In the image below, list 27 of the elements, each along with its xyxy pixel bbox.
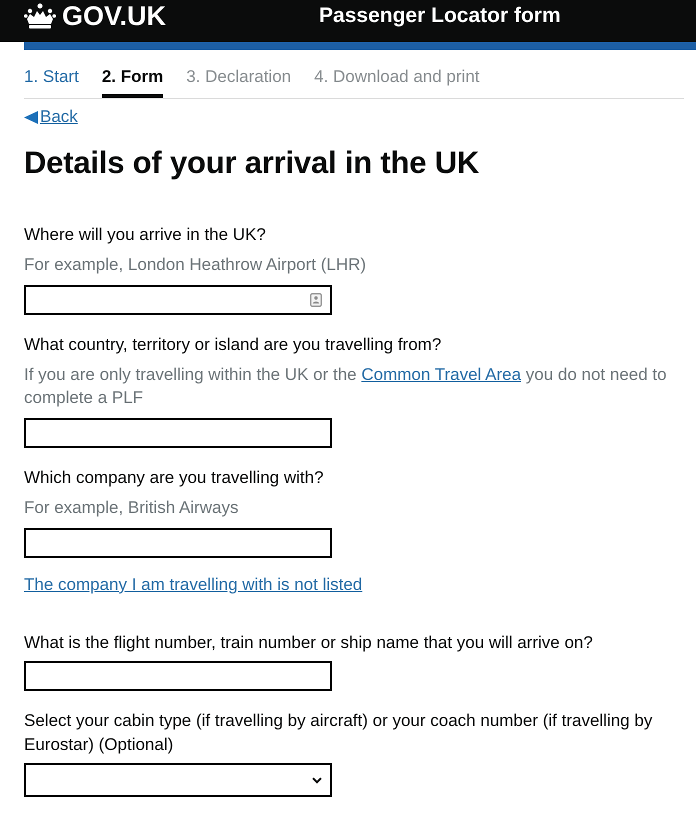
question-label: What is the flight number, train number or ship name that you will arrive on? — [24, 632, 594, 654]
input-field[interactable] — [24, 528, 332, 558]
step-label: 3. Declaration — [186, 66, 292, 88]
step-link[interactable]: 1. Start — [24, 65, 79, 98]
service-title: Passenger Locator form — [319, 3, 561, 29]
company-not-listed-link[interactable]: The company I am travelling with is not listed — [24, 573, 362, 597]
hint-text: For example, British Airways — [24, 497, 240, 519]
chevron-down-icon — [312, 776, 322, 784]
common-travel-area-link[interactable]: Common Travel Area — [361, 365, 522, 384]
input-field[interactable] — [24, 418, 332, 448]
current-step-label: 2. Form — [102, 65, 164, 98]
back-link[interactable]: Back — [24, 105, 78, 129]
page-heading: Details of your arrival in the UK — [24, 144, 480, 182]
input-field[interactable] — [24, 285, 332, 315]
input-field[interactable] — [24, 661, 332, 691]
crown-icon — [24, 3, 56, 29]
select-field[interactable] — [24, 763, 332, 797]
left-triangle-icon — [24, 110, 38, 124]
question-label: Where will you arrive in the UK? — [24, 224, 267, 246]
hint-text: If you are only travelling within the UK or the Common Travel Area you do not need to complete a PLF — [24, 364, 668, 409]
question-label: Select your cabin type (if travelling by aircraft) or your coach number (if travelling by Eurostar) (Optional) — [24, 710, 654, 756]
govuk-logo-link[interactable]: GOV.UK — [24, 1, 166, 31]
contact-card-icon — [310, 293, 322, 307]
question-label: What country, territory or island are you travelling from? — [24, 334, 442, 356]
step-label: 4. Download and print — [314, 66, 480, 88]
question-label: Which company are you travelling with? — [24, 467, 325, 489]
hint-text: For example, London Heathrow Airport (LHR) — [24, 254, 368, 276]
